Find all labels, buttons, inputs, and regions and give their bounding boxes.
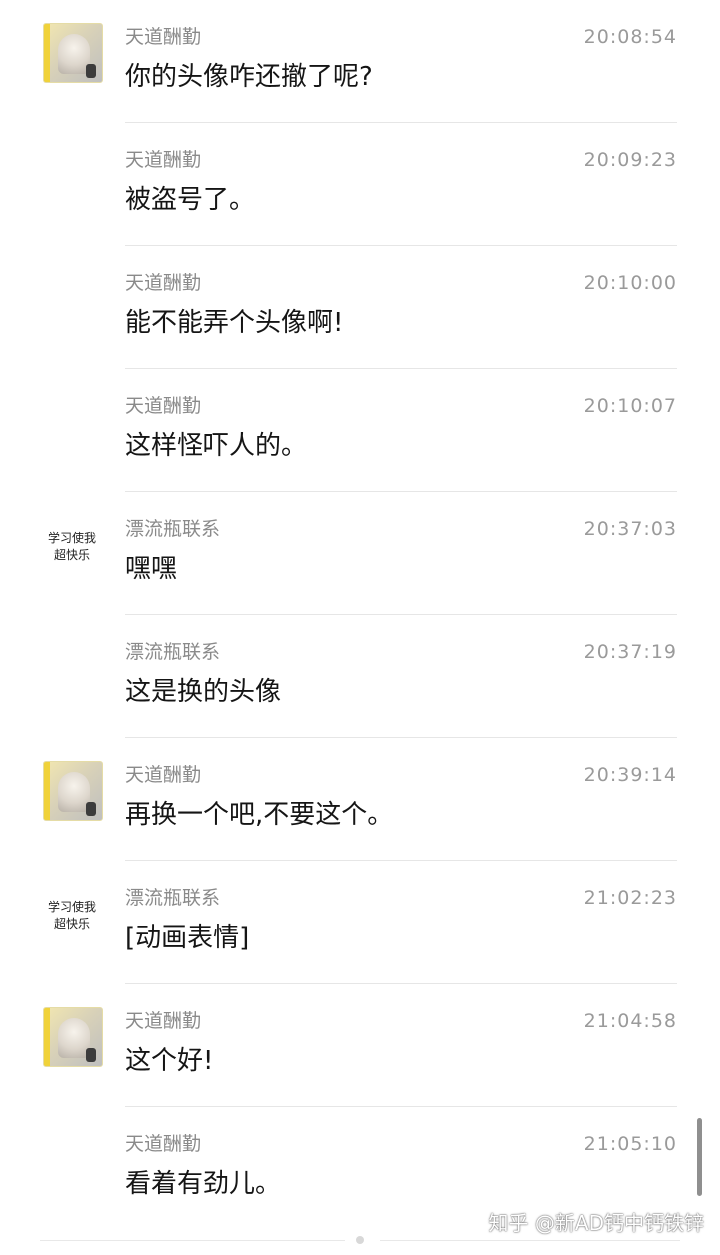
- sender-name[interactable]: 天道酬勤: [125, 24, 201, 50]
- avatar-text-line: 超快乐: [53, 917, 90, 931]
- text-avatar[interactable]: 学习使我 超快乐: [30, 899, 114, 933]
- message-time: 21:04:58: [583, 1010, 677, 1032]
- avatar-text-line: 学习使我: [47, 531, 96, 545]
- message-time: 20:37:03: [583, 518, 677, 540]
- avatar-text-line: 超快乐: [53, 548, 90, 562]
- avatar-accent: [44, 762, 50, 820]
- message-time: 20:10:07: [583, 395, 677, 417]
- bottom-divider-left: [40, 1240, 345, 1241]
- message-time: 20:09:23: [583, 149, 677, 171]
- message-row[interactable]: 天道酬勤 20:39:14 再换一个吧,不要这个。: [0, 738, 720, 861]
- message-row[interactable]: 学习使我 超快乐 漂流瓶联系 20:37:03 嘿嘿: [0, 492, 720, 615]
- message-time: 21:05:10: [583, 1133, 677, 1155]
- sender-name[interactable]: 天道酬勤: [125, 147, 201, 173]
- avatar-hand: [86, 802, 96, 816]
- avatar-text-line: 学习使我: [47, 900, 96, 914]
- message-time: 20:39:14: [583, 764, 677, 786]
- message-row[interactable]: 天道酬勤 20:10:00 能不能弄个头像啊!: [0, 246, 720, 369]
- message-row[interactable]: 天道酬勤 20:08:54 你的头像咋还撤了呢?: [0, 0, 720, 123]
- avatar[interactable]: [43, 761, 103, 821]
- message-time: 20:10:00: [583, 272, 677, 294]
- message-row[interactable]: 漂流瓶联系 20:37:19 这是换的头像: [0, 615, 720, 738]
- avatar[interactable]: [43, 23, 103, 83]
- message-text: 这样怪吓人的。: [125, 431, 308, 461]
- message-text: 你的头像咋还撤了呢?: [125, 62, 373, 92]
- bottom-center-dot: [356, 1236, 364, 1244]
- sender-name[interactable]: 漂流瓶联系: [125, 639, 220, 665]
- message-row[interactable]: 天道酬勤 21:04:58 这个好!: [0, 984, 720, 1107]
- bottom-divider-right: [380, 1240, 680, 1241]
- message-text: 能不能弄个头像啊!: [125, 308, 344, 338]
- sender-name[interactable]: 天道酬勤: [125, 393, 201, 419]
- avatar-hand: [86, 64, 96, 78]
- message-text: 这个好!: [125, 1046, 214, 1076]
- text-avatar[interactable]: 学习使我 超快乐: [30, 530, 114, 564]
- avatar-hand: [86, 1048, 96, 1062]
- message-text: [动画表情]: [125, 923, 250, 953]
- avatar[interactable]: [43, 1007, 103, 1067]
- message-text: 这是换的头像: [125, 677, 282, 707]
- message-text: 嘿嘿: [125, 554, 178, 584]
- message-text: 再换一个吧,不要这个。: [125, 800, 394, 830]
- message-row[interactable]: 天道酬勤 20:09:23 被盗号了。: [0, 123, 720, 246]
- avatar-accent: [44, 1008, 50, 1066]
- sender-name[interactable]: 天道酬勤: [125, 1131, 201, 1157]
- scrollbar-thumb[interactable]: [697, 1118, 702, 1196]
- message-row[interactable]: 学习使我 超快乐 漂流瓶联系 21:02:23 [动画表情]: [0, 861, 720, 984]
- message-text: 被盗号了。: [125, 185, 256, 215]
- message-row[interactable]: 天道酬勤 20:10:07 这样怪吓人的。: [0, 369, 720, 492]
- watermark: 知乎 @新AD钙中钙铁锌: [488, 1211, 704, 1235]
- sender-name[interactable]: 天道酬勤: [125, 762, 201, 788]
- avatar-accent: [44, 24, 50, 82]
- message-time: 20:37:19: [583, 641, 677, 663]
- message-time: 20:08:54: [583, 26, 677, 48]
- message-text: 看着有劲儿。: [125, 1169, 282, 1199]
- sender-name[interactable]: 天道酬勤: [125, 270, 201, 296]
- sender-name[interactable]: 漂流瓶联系: [125, 885, 220, 911]
- message-time: 21:02:23: [583, 887, 677, 909]
- sender-name[interactable]: 天道酬勤: [125, 1008, 201, 1034]
- sender-name[interactable]: 漂流瓶联系: [125, 516, 220, 542]
